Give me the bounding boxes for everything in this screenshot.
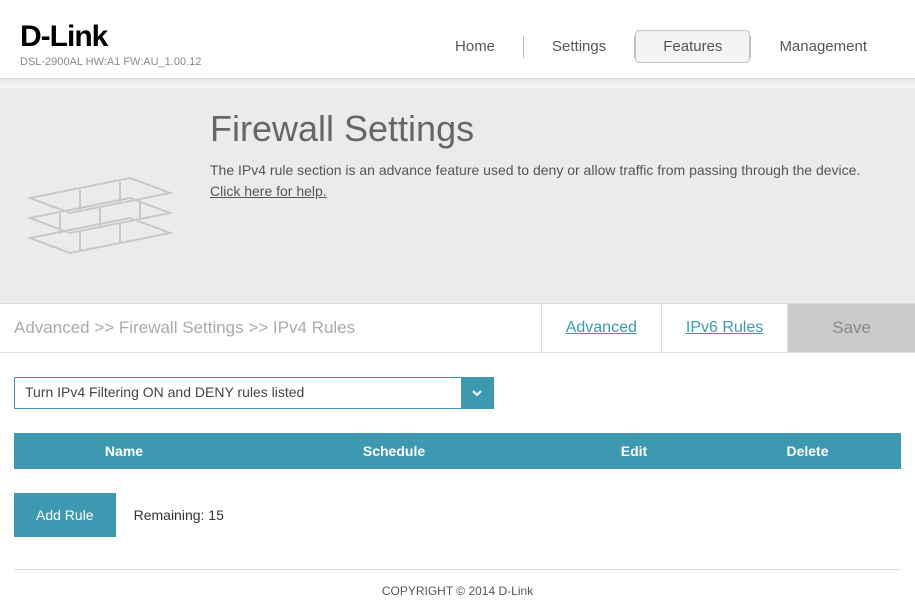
col-header-schedule: Schedule — [234, 443, 554, 459]
col-header-edit: Edit — [554, 443, 714, 459]
main-nav: Home Settings Features Management — [427, 20, 895, 63]
breadcrumb-row: Advanced >> Firewall Settings >> IPv4 Ru… — [0, 303, 915, 353]
chevron-down-icon[interactable] — [461, 378, 493, 408]
logo-block: D-Link DSL-2900AL HW:A1 FW:AU_1.00.12 — [20, 20, 201, 68]
device-info: DSL-2900AL HW:A1 FW:AU_1.00.12 — [20, 56, 201, 68]
nav-features[interactable]: Features — [635, 30, 750, 63]
remaining-count: Remaining: 15 — [134, 507, 224, 523]
header: D-Link DSL-2900AL HW:A1 FW:AU_1.00.12 Ho… — [0, 0, 915, 78]
help-link[interactable]: Click here for help. — [210, 183, 327, 199]
filtering-mode-select[interactable]: Turn IPv4 Filtering ON and DENY rules li… — [14, 377, 494, 409]
firewall-icon — [0, 108, 210, 273]
nav-management[interactable]: Management — [751, 30, 895, 63]
page-title: Firewall Settings — [210, 108, 895, 150]
tab-advanced[interactable]: Advanced — [542, 304, 662, 352]
desc-text: The IPv4 rule section is an advance feat… — [210, 162, 860, 178]
col-header-name: Name — [14, 443, 234, 459]
header-divider — [0, 78, 915, 88]
brand-logo: D-Link — [20, 20, 201, 54]
hero-text: Firewall Settings The IPv4 rule section … — [210, 108, 915, 202]
add-rule-button[interactable]: Add Rule — [14, 493, 116, 537]
col-header-delete: Delete — [714, 443, 901, 459]
hero: Firewall Settings The IPv4 rule section … — [0, 88, 915, 303]
save-button[interactable]: Save — [788, 304, 915, 352]
breadcrumb: Advanced >> Firewall Settings >> IPv4 Ru… — [0, 304, 542, 352]
nav-home[interactable]: Home — [427, 30, 523, 63]
add-rule-row: Add Rule Remaining: 15 — [14, 493, 901, 537]
nav-settings[interactable]: Settings — [524, 30, 634, 63]
page-description: The IPv4 rule section is an advance feat… — [210, 160, 895, 202]
rules-table-header: Name Schedule Edit Delete — [14, 433, 901, 469]
dropdown-selected-value: Turn IPv4 Filtering ON and DENY rules li… — [15, 378, 461, 408]
tab-ipv6-rules[interactable]: IPv6 Rules — [662, 304, 788, 352]
content: Turn IPv4 Filtering ON and DENY rules li… — [0, 353, 915, 545]
copyright: COPYRIGHT © 2014 D-Link — [0, 570, 915, 612]
